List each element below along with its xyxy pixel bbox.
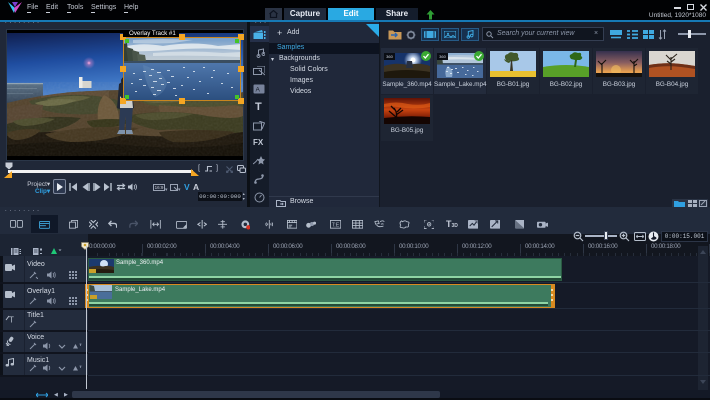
svg-text:A: A xyxy=(256,87,261,94)
svg-text:T:E: T:E xyxy=(332,223,340,229)
svg-text:T: T xyxy=(9,316,14,324)
